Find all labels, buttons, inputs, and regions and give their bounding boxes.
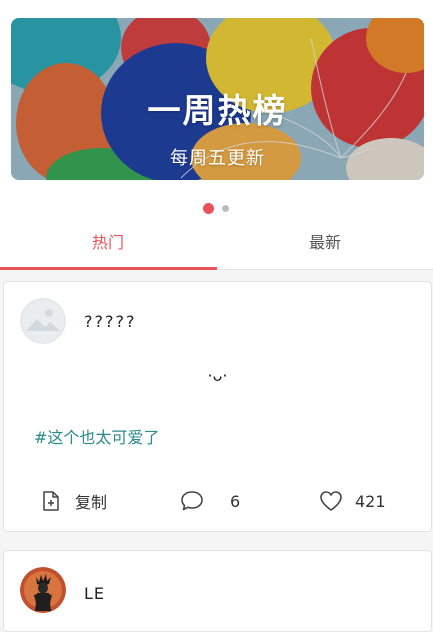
like-count: 421 (355, 491, 386, 511)
banner-subtitle: 每周五更新 (170, 148, 265, 169)
comment-count: 6 (230, 491, 241, 511)
hot-list-banner[interactable]: 一周热榜 每周五更新 (11, 18, 424, 180)
post-card[interactable]: LE (3, 550, 432, 632)
copy-label: 复制 (75, 493, 108, 512)
feed-tabs: 热门 最新 (0, 226, 433, 270)
carousel-dot[interactable] (222, 205, 229, 212)
avatar[interactable] (20, 567, 66, 613)
tab-latest[interactable]: 最新 (217, 226, 433, 270)
like-button[interactable]: 421 (319, 487, 386, 515)
banner-title: 一周热榜 (147, 91, 288, 130)
tab-hot[interactable]: 热门 (0, 226, 216, 270)
avatar[interactable] (20, 298, 66, 344)
copy-icon (43, 491, 59, 511)
carousel-dot-active[interactable] (203, 203, 214, 214)
post-username[interactable]: ????? (84, 312, 136, 331)
placeholder-image-icon (20, 298, 66, 344)
header-area: 一周热榜 每周五更新 热门 最新 (0, 0, 433, 270)
character-avatar (20, 567, 66, 613)
post-hashtag[interactable]: #这个也太可爱了 (34, 424, 159, 448)
comment-icon (181, 491, 203, 511)
active-tab-indicator (0, 267, 217, 270)
carousel-indicator (0, 203, 433, 215)
post-card[interactable]: ????? ·ᴗ· #这个也太可爱了 复制 6 421 (3, 281, 432, 532)
heart-icon (320, 491, 342, 511)
copy-button[interactable]: 复制 (41, 487, 107, 515)
post-username[interactable]: LE (84, 584, 105, 603)
post-content: ·ᴗ· (207, 366, 228, 385)
comment-button[interactable]: 6 (180, 487, 240, 515)
